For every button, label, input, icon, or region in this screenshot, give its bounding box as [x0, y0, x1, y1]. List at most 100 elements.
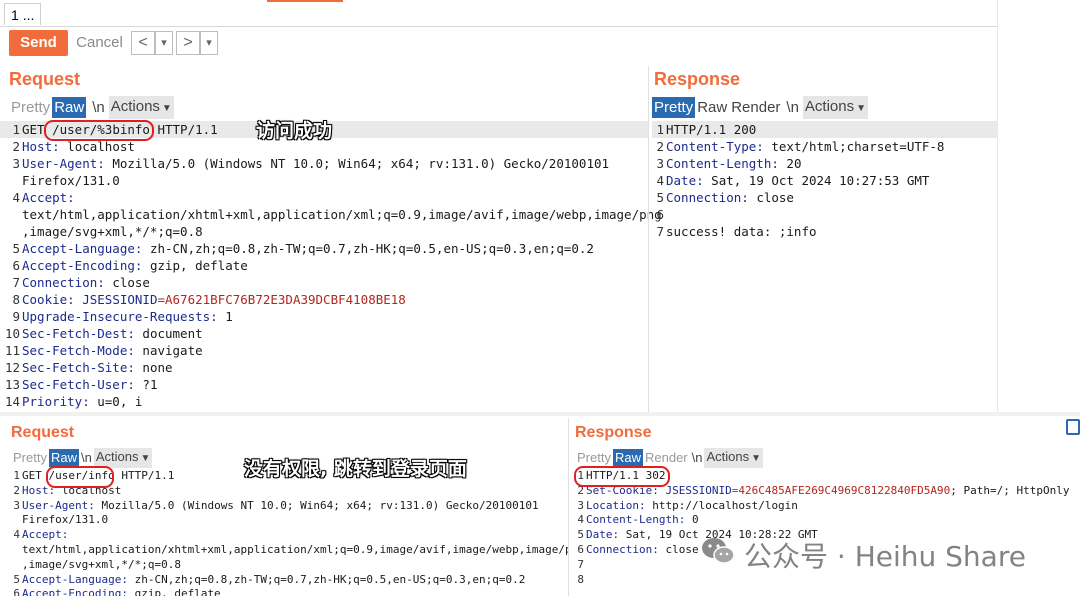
- response-title: Response: [654, 69, 741, 89]
- tab-pretty[interactable]: Pretty: [9, 97, 52, 118]
- line-number: 4: [577, 513, 584, 527]
- actions-menu[interactable]: Actions ▼: [802, 96, 869, 119]
- tab-pretty[interactable]: Pretty: [575, 449, 613, 467]
- code-line: 13 Sec-Fetch-User: ?1: [0, 376, 158, 393]
- code-line: Firefox/131.0: [0, 513, 108, 528]
- header-key: JSESSIONID: [74, 292, 158, 307]
- request-editor[interactable]: 1 GET /user/info HTTP/1.1 2 Host: localhost…: [0, 469, 568, 596]
- header-key: Accept:: [22, 528, 69, 542]
- forward-history-dropdown[interactable]: ▾: [200, 31, 218, 55]
- code-line: 8 Cookie: JSESSIONID=A67621BFC76B72E3DA39…: [0, 291, 405, 308]
- line-number: 3: [656, 156, 664, 171]
- actions-menu[interactable]: Actions ▼: [93, 448, 153, 468]
- tab-render[interactable]: Render: [729, 97, 782, 118]
- tab-newline[interactable]: \n: [784, 97, 801, 118]
- code-line: 3 Location: http://localhost/login: [574, 499, 798, 514]
- tab-newline[interactable]: \n: [79, 449, 94, 467]
- annotation-success: 访问成功: [256, 120, 333, 142]
- code-line: 14 Priority: u=0, i: [0, 393, 142, 410]
- header-key: Accept:: [22, 190, 75, 205]
- code-text: HTTP/1.1: [114, 469, 175, 482]
- line-number: 8: [12, 292, 20, 307]
- code-line: 7 success! data: ;info: [652, 223, 817, 240]
- header-key: Sec-Fetch-Mode:: [22, 343, 135, 358]
- pane-divider[interactable]: [568, 418, 569, 596]
- tab-newline[interactable]: \n: [690, 449, 705, 467]
- tab-raw[interactable]: Raw: [695, 97, 729, 118]
- line-number: 8: [577, 572, 584, 586]
- code-text: HTTP/1.1: [149, 122, 218, 137]
- header-key: Sec-Fetch-Site:: [22, 360, 135, 375]
- cancel-button[interactable]: Cancel: [71, 30, 128, 56]
- line-number: 3: [13, 498, 20, 512]
- line-number: 6: [656, 207, 664, 222]
- actions-menu[interactable]: Actions ▼: [108, 96, 174, 119]
- response-editor[interactable]: 1 HTTP/1.1 302 2 Set-Cookie: JSESSIONID=426…: [574, 469, 1080, 596]
- code-text: ?1: [134, 377, 158, 392]
- tab-label: ...: [22, 7, 35, 23]
- header-key: User-Agent:: [22, 498, 95, 512]
- back-button[interactable]: <: [131, 31, 155, 55]
- annotation-highlight-box: [574, 466, 670, 487]
- code-text: navigate: [134, 343, 203, 358]
- code-text: u=0, i: [89, 394, 143, 409]
- code-text: none: [134, 360, 173, 375]
- code-text: gzip, deflate: [127, 587, 221, 596]
- actions-label: Actions: [110, 98, 160, 115]
- code-line: 4 Date: Sat, 19 Oct 2024 10:27:53 GMT: [652, 172, 929, 189]
- code-text: text/html;charset=UTF-8: [763, 139, 945, 154]
- response-editor[interactable]: 1 HTTP/1.1 200 2 Content-Type: text/html;ch…: [652, 121, 997, 411]
- request-view-tabs: Pretty Raw \n Actions ▼: [11, 448, 153, 468]
- send-button[interactable]: Send: [9, 30, 68, 56]
- code-text: zh-CN,zh;q=0.8,zh-TW;q=0.7,zh-HK;q=0.5,e…: [142, 241, 594, 256]
- header-key: Date:: [666, 173, 704, 188]
- chevron-down-icon: ▾: [161, 37, 167, 49]
- line-number: 1: [12, 122, 20, 137]
- tab-raw[interactable]: Raw: [612, 449, 643, 467]
- watermark-text: 公众号 · Heihu Share: [744, 540, 1026, 573]
- code-line: 9 Upgrade-Insecure-Requests: 1: [0, 308, 233, 325]
- header-key: Sec-Fetch-User:: [22, 377, 135, 392]
- code-line: 6 Accept-Encoding: gzip, deflate: [0, 587, 221, 596]
- wechat-icon: [700, 536, 736, 566]
- code-line: 11 Sec-Fetch-Mode: navigate: [0, 342, 203, 359]
- window-edge: [997, 0, 998, 412]
- tab-pretty[interactable]: Pretty: [652, 97, 696, 118]
- line-number: 7: [12, 275, 20, 290]
- code-line: text/html,application/xhtml+xml,applicat…: [0, 543, 568, 558]
- line-number: 2: [656, 139, 664, 154]
- back-history-dropdown[interactable]: ▾: [155, 31, 173, 55]
- code-line: 3 User-Agent: Mozilla/5.0 (Windows NT 10.…: [0, 155, 609, 172]
- chevron-down-icon: ▾: [206, 37, 212, 49]
- code-text: GET: [22, 469, 49, 482]
- actions-label: Actions: [804, 98, 855, 115]
- code-text: success! data: ;info: [666, 224, 817, 239]
- actions-menu[interactable]: Actions ▼: [704, 448, 764, 468]
- tab-render[interactable]: Render: [643, 449, 690, 467]
- forward-button[interactable]: >: [176, 31, 200, 55]
- code-line: ,image/svg+xml,*/*;q=0.8: [0, 223, 203, 240]
- pane-divider[interactable]: [648, 66, 649, 412]
- header-key: Content-Type:: [666, 139, 764, 154]
- code-line: 5 Connection: close: [652, 189, 793, 206]
- layout-toggle-icon[interactable]: [1066, 419, 1080, 435]
- code-text: ; Path=/; HttpOnly: [950, 483, 1070, 497]
- code-text: Mozilla/5.0 (Windows NT 10.0; Win64; x64…: [94, 498, 539, 512]
- chevron-down-icon: ▼: [140, 453, 151, 464]
- annotation-highlight-box: [44, 120, 154, 141]
- chevron-down-icon: ▼: [856, 103, 867, 114]
- code-line: 1 HTTP/1.1 200: [652, 121, 756, 138]
- tab-raw[interactable]: Raw: [52, 97, 87, 118]
- line-number: 11: [4, 343, 20, 358]
- tab-raw[interactable]: Raw: [48, 449, 79, 467]
- chevron-left-icon: <: [138, 34, 148, 51]
- tab-1[interactable]: 1 ...: [4, 3, 42, 25]
- line-number: 7: [577, 557, 584, 571]
- line-number: 6: [12, 258, 20, 273]
- tab-pretty[interactable]: Pretty: [11, 449, 49, 467]
- request-editor[interactable]: 1 GET /user/%3binfo HTTP/1.1 2 Host: localh…: [0, 121, 662, 411]
- line-number: 5: [13, 572, 20, 586]
- code-text: 1: [217, 309, 233, 324]
- tab-newline[interactable]: \n: [90, 97, 107, 118]
- chevron-down-icon: ▼: [161, 103, 172, 114]
